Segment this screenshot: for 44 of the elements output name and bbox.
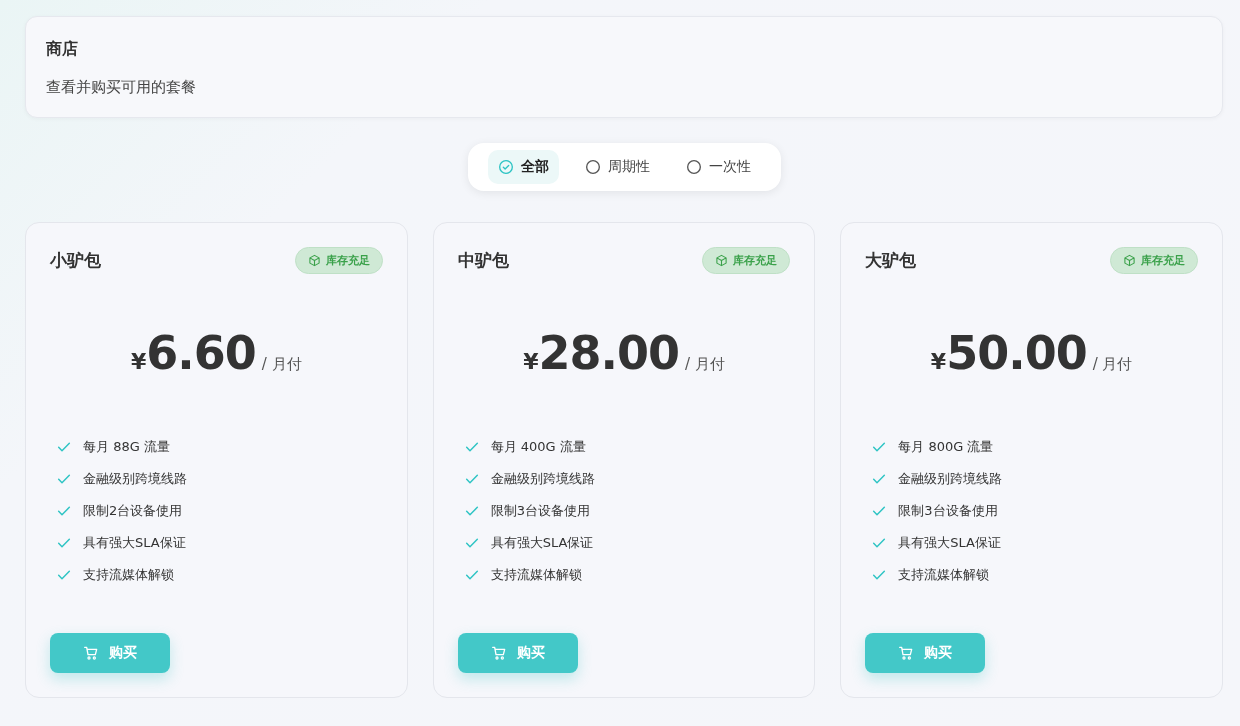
price-amount: 50.00 xyxy=(946,326,1087,380)
stock-badge: 库存充足 xyxy=(1110,247,1198,274)
feature-text: 具有强大SLA保证 xyxy=(83,534,186,552)
cube-icon xyxy=(1123,254,1136,267)
price-amount: 28.00 xyxy=(538,326,679,380)
plan-name: 小驴包 xyxy=(50,249,101,272)
price-amount: 6.60 xyxy=(146,326,256,380)
cart-icon xyxy=(83,645,99,661)
stock-badge: 库存充足 xyxy=(294,247,383,274)
feature-text: 每月 800G 流量 xyxy=(898,438,994,456)
currency-symbol: ¥ xyxy=(930,349,947,374)
cube-icon xyxy=(307,254,321,267)
feature-text: 金融级别跨境线路 xyxy=(898,470,1003,488)
feature-text: 限制2台设备使用 xyxy=(83,502,183,520)
filter-tab[interactable]: 全部 xyxy=(487,150,559,184)
check-circle-icon xyxy=(497,159,514,175)
feature-text: 金融级别跨境线路 xyxy=(490,470,595,488)
currency-symbol: ¥ xyxy=(523,349,539,374)
cart-icon xyxy=(898,645,915,661)
currency-symbol: ¥ xyxy=(131,349,147,374)
billing-period: / 月付 xyxy=(685,355,725,374)
feature-text: 每月 88G 流量 xyxy=(83,438,170,456)
cube-icon xyxy=(715,254,729,267)
plan-name: 中驴包 xyxy=(457,249,509,272)
feature-text: 限制3台设备使用 xyxy=(490,502,590,520)
feature-text: 支持流媒体解锁 xyxy=(898,566,990,584)
billing-period: / 月付 xyxy=(1092,355,1133,374)
page-title: 商店 xyxy=(46,39,79,60)
feature-text: 金融级别跨境线路 xyxy=(83,470,187,488)
feature-text: 支持流媒体解锁 xyxy=(490,566,582,584)
radio-circle-icon xyxy=(584,159,601,175)
filter-tab[interactable]: 一次性 xyxy=(675,150,761,184)
plan-name: 大驴包 xyxy=(865,249,917,272)
radio-circle-icon xyxy=(685,159,702,175)
stock-badge: 库存充足 xyxy=(702,247,791,274)
feature-text: 具有强大SLA保证 xyxy=(898,534,1001,552)
feature-text: 支持流媒体解锁 xyxy=(83,566,174,584)
feature-text: 每月 400G 流量 xyxy=(490,438,586,456)
filter-tab[interactable]: 周期性 xyxy=(574,150,660,184)
page-subtitle: 查看并购买可用的套餐 xyxy=(46,78,197,97)
feature-text: 限制3台设备使用 xyxy=(898,502,998,520)
feature-text: 具有强大SLA保证 xyxy=(490,534,594,552)
billing-period: / 月付 xyxy=(261,355,302,374)
cart-icon xyxy=(490,645,507,661)
